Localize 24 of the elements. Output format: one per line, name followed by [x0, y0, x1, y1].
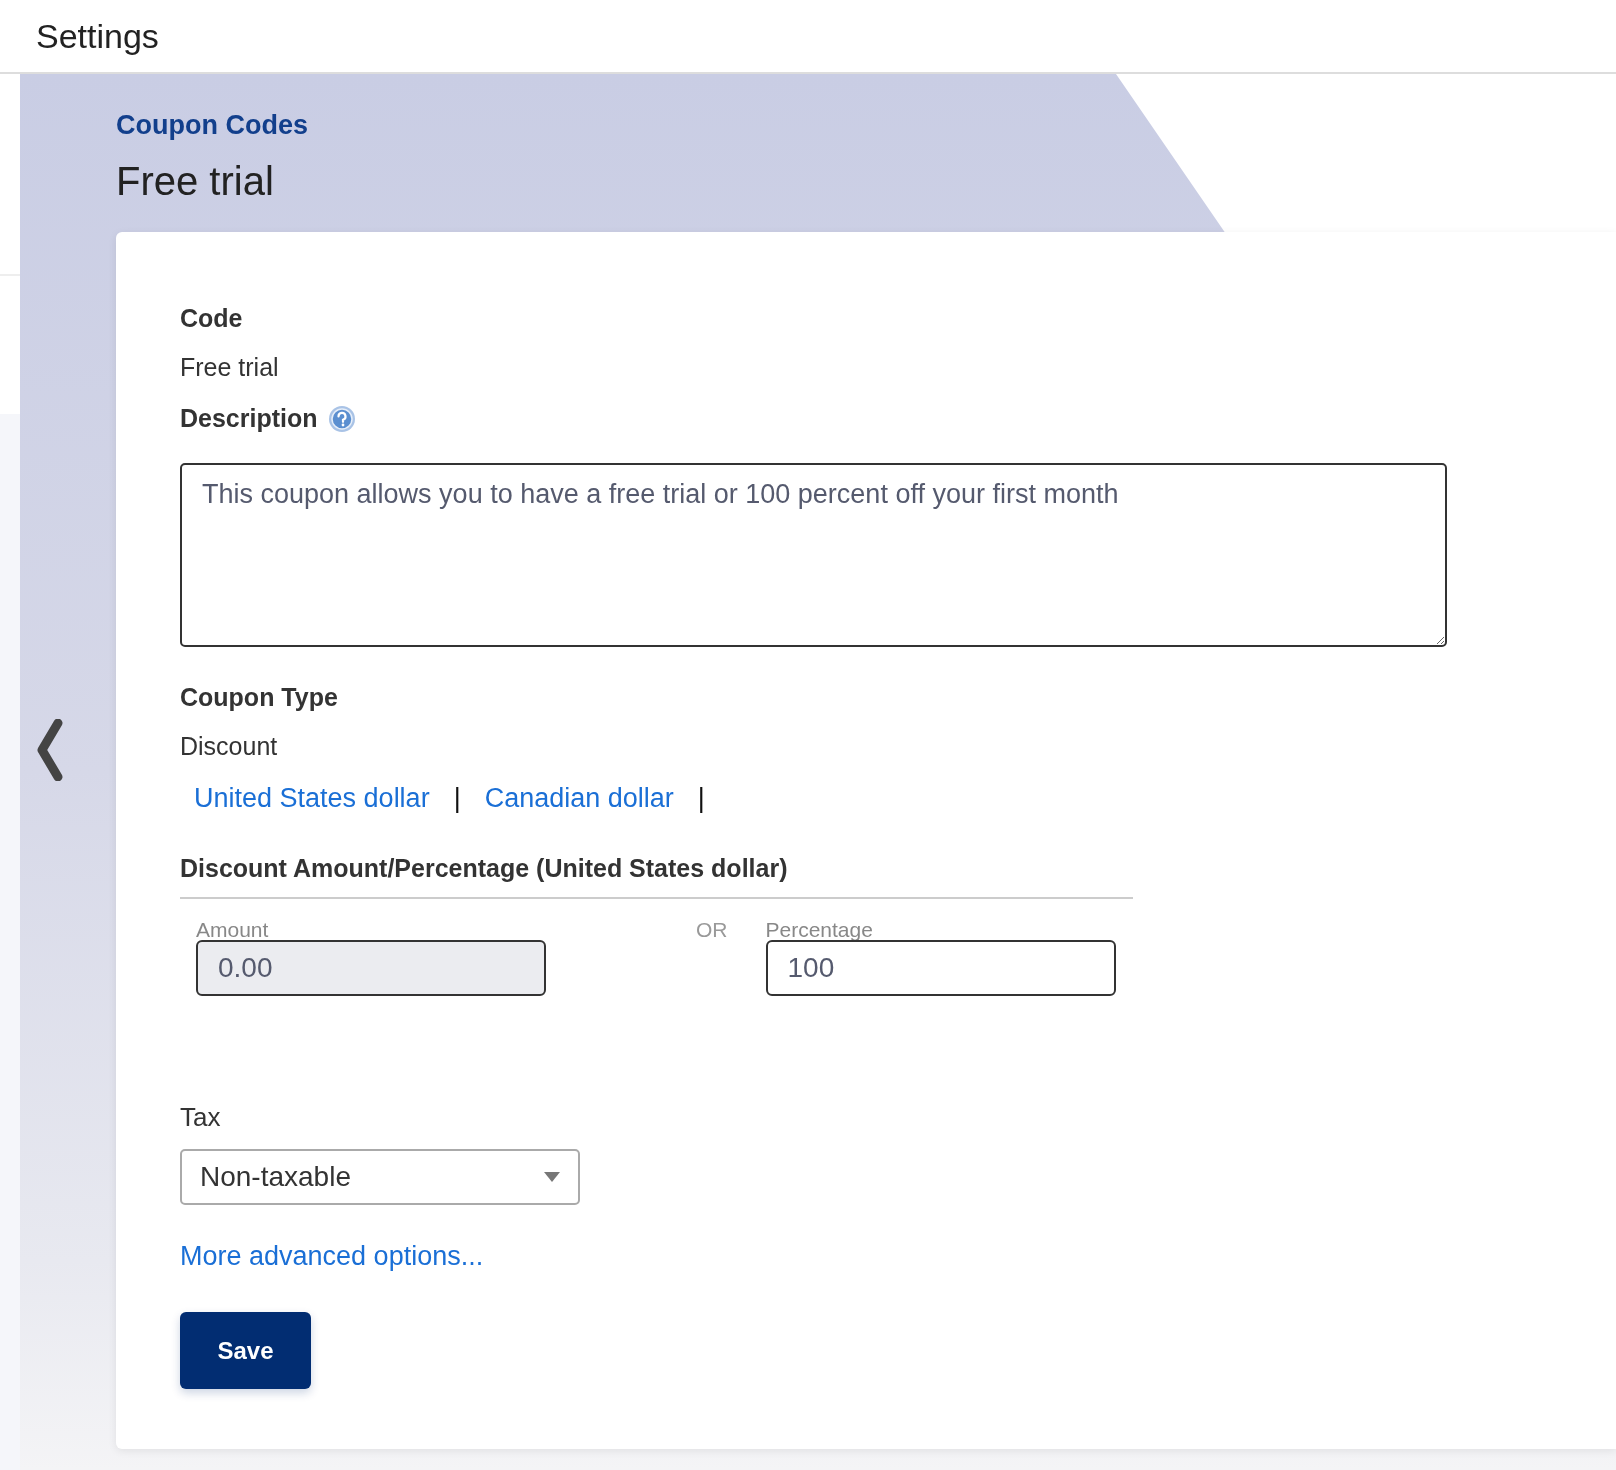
breadcrumb-link[interactable]: Coupon Codes [116, 110, 308, 141]
input-label: Amount [196, 919, 270, 940]
dropdown-caret-icon [544, 1172, 560, 1182]
field-label: Description [180, 404, 318, 433]
save-button[interactable]: Save [180, 1312, 311, 1389]
separator-text: | [697, 783, 705, 814]
field-label: Tax [180, 1102, 221, 1133]
separator-text: | [453, 783, 461, 814]
or-text: OR [696, 919, 728, 940]
field-label: Coupon Type [180, 683, 338, 712]
tax-dropdown[interactable]: Non-taxable [180, 1149, 580, 1205]
description-textarea[interactable]: This coupon allows you to have a free trial or 100 percent off your first month [180, 463, 1447, 647]
page-title: Free trial [116, 159, 275, 204]
input-field[interactable]: 100 [765, 940, 1116, 996]
help-icon[interactable] [327, 404, 356, 433]
advanced-options-link[interactable]: More advanced options... [180, 1241, 484, 1272]
section-heading: Discount Amount/Percentage (United States dollar) [180, 854, 1133, 899]
field-label: Code [180, 304, 243, 333]
currency-link[interactable]: United States dollar [194, 783, 430, 814]
page-header-title: Settings [36, 16, 159, 56]
field-value: Free trial [180, 353, 279, 382]
field-value: Discount [180, 732, 278, 761]
input-label: Percentage [765, 919, 874, 940]
currency-link[interactable]: Canadian dollar [484, 783, 674, 814]
